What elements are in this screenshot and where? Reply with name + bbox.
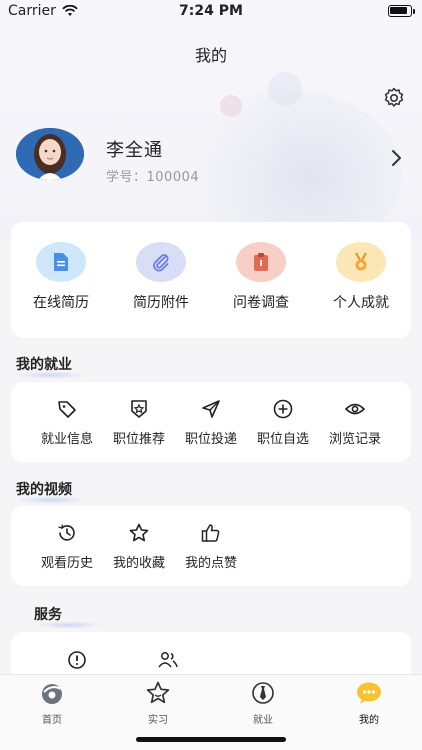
quick-action-online-resume[interactable]: 在线简历 bbox=[11, 242, 111, 312]
employment-item-label: 就业信息 bbox=[40, 432, 93, 447]
quick-action-label: 个人成就 bbox=[333, 295, 389, 311]
tab-internship[interactable]: 实习 bbox=[128, 681, 188, 726]
document-icon bbox=[36, 242, 86, 282]
decorative-dot bbox=[220, 95, 242, 117]
medal-icon bbox=[336, 242, 386, 282]
home-indicator bbox=[136, 737, 286, 742]
tab-home[interactable]: 首页 bbox=[22, 681, 82, 726]
video-item-label: 我的点赞 bbox=[184, 556, 237, 571]
employment-item-label: 职位自选 bbox=[256, 432, 309, 447]
student-number: 学号：100004 bbox=[106, 170, 200, 185]
tab-mine[interactable]: 我的 bbox=[339, 681, 399, 726]
video-item-label: 观看历史 bbox=[40, 556, 93, 571]
status-bar: Carrier 7:24 PM bbox=[0, 0, 422, 22]
home-icon bbox=[42, 684, 62, 704]
avatar-illustration bbox=[16, 128, 84, 180]
video-item-label: 我的收藏 bbox=[112, 556, 165, 571]
settings-icon[interactable] bbox=[382, 86, 406, 110]
battery-icon bbox=[388, 5, 412, 17]
employment-item-label: 职位投递 bbox=[184, 432, 237, 447]
tab-label: 首页 bbox=[42, 715, 62, 726]
section-title-employment: 我的就业 bbox=[16, 354, 86, 379]
quick-action-survey[interactable]: 问卷调查 bbox=[211, 242, 311, 312]
chat-bubble-icon bbox=[357, 682, 381, 704]
star-icon bbox=[129, 523, 149, 542]
employment-item-self-select[interactable]: 职位自选 bbox=[247, 398, 319, 447]
avatar[interactable] bbox=[16, 128, 84, 180]
eye-icon bbox=[344, 403, 366, 415]
clipboard-icon bbox=[236, 242, 286, 282]
video-item-history[interactable]: 观看历史 bbox=[31, 522, 103, 571]
quick-action-label: 在线简历 bbox=[33, 295, 89, 311]
quick-action-label: 简历附件 bbox=[133, 295, 189, 311]
quick-actions-card: 在线简历 简历附件 问卷调查 个人成就 bbox=[11, 222, 411, 338]
employment-item-apply[interactable]: 职位投递 bbox=[175, 398, 247, 447]
tab-label: 实习 bbox=[148, 715, 168, 726]
clock: 7:24 PM bbox=[179, 3, 243, 19]
page-title: 我的 bbox=[194, 46, 227, 65]
send-icon bbox=[202, 400, 220, 418]
quick-action-resume-attachment[interactable]: 简历附件 bbox=[111, 242, 211, 312]
badge-star-icon bbox=[131, 400, 147, 418]
employment-item-info[interactable]: 就业信息 bbox=[31, 398, 103, 447]
user-name: 李全通 bbox=[106, 140, 163, 161]
tab-label: 我的 bbox=[359, 715, 379, 726]
tag-icon bbox=[58, 401, 76, 418]
chevron-right-icon[interactable] bbox=[390, 148, 404, 168]
star-tab-icon bbox=[146, 681, 170, 704]
profile-header[interactable]: 李全通 学号：100004 bbox=[16, 128, 406, 185]
quick-action-label: 问卷调查 bbox=[233, 295, 289, 311]
videos-card: 观看历史 我的收藏 我的点赞 bbox=[11, 506, 411, 586]
employment-item-recommend[interactable]: 职位推荐 bbox=[103, 398, 175, 447]
video-item-favorites[interactable]: 我的收藏 bbox=[103, 522, 175, 571]
paperclip-icon bbox=[136, 242, 186, 282]
tab-label: 就业 bbox=[253, 715, 273, 726]
employment-item-label: 浏览记录 bbox=[328, 432, 381, 447]
battery-cap bbox=[413, 9, 415, 14]
tab-bar: 首页 实习 就业 我的 bbox=[0, 674, 422, 750]
plus-circle-icon bbox=[273, 399, 293, 419]
employment-item-history[interactable]: 浏览记录 bbox=[319, 398, 391, 447]
history-icon bbox=[58, 524, 75, 541]
employment-item-label: 职位推荐 bbox=[112, 432, 165, 447]
decorative-dot bbox=[268, 72, 302, 106]
thumbs-up-icon bbox=[201, 524, 220, 542]
video-item-likes[interactable]: 我的点赞 bbox=[175, 522, 247, 571]
users-icon[interactable] bbox=[157, 650, 179, 670]
alert-circle-icon[interactable] bbox=[67, 650, 87, 670]
quick-action-achievements[interactable]: 个人成就 bbox=[311, 242, 411, 312]
tab-employment[interactable]: 就业 bbox=[233, 681, 293, 726]
employment-card: 就业信息 职位推荐 职位投递 职位自选 浏览记录 bbox=[11, 382, 411, 462]
section-title-services: 服务 bbox=[34, 604, 104, 629]
section-title-videos: 我的视频 bbox=[16, 479, 86, 504]
tie-icon bbox=[252, 682, 274, 704]
